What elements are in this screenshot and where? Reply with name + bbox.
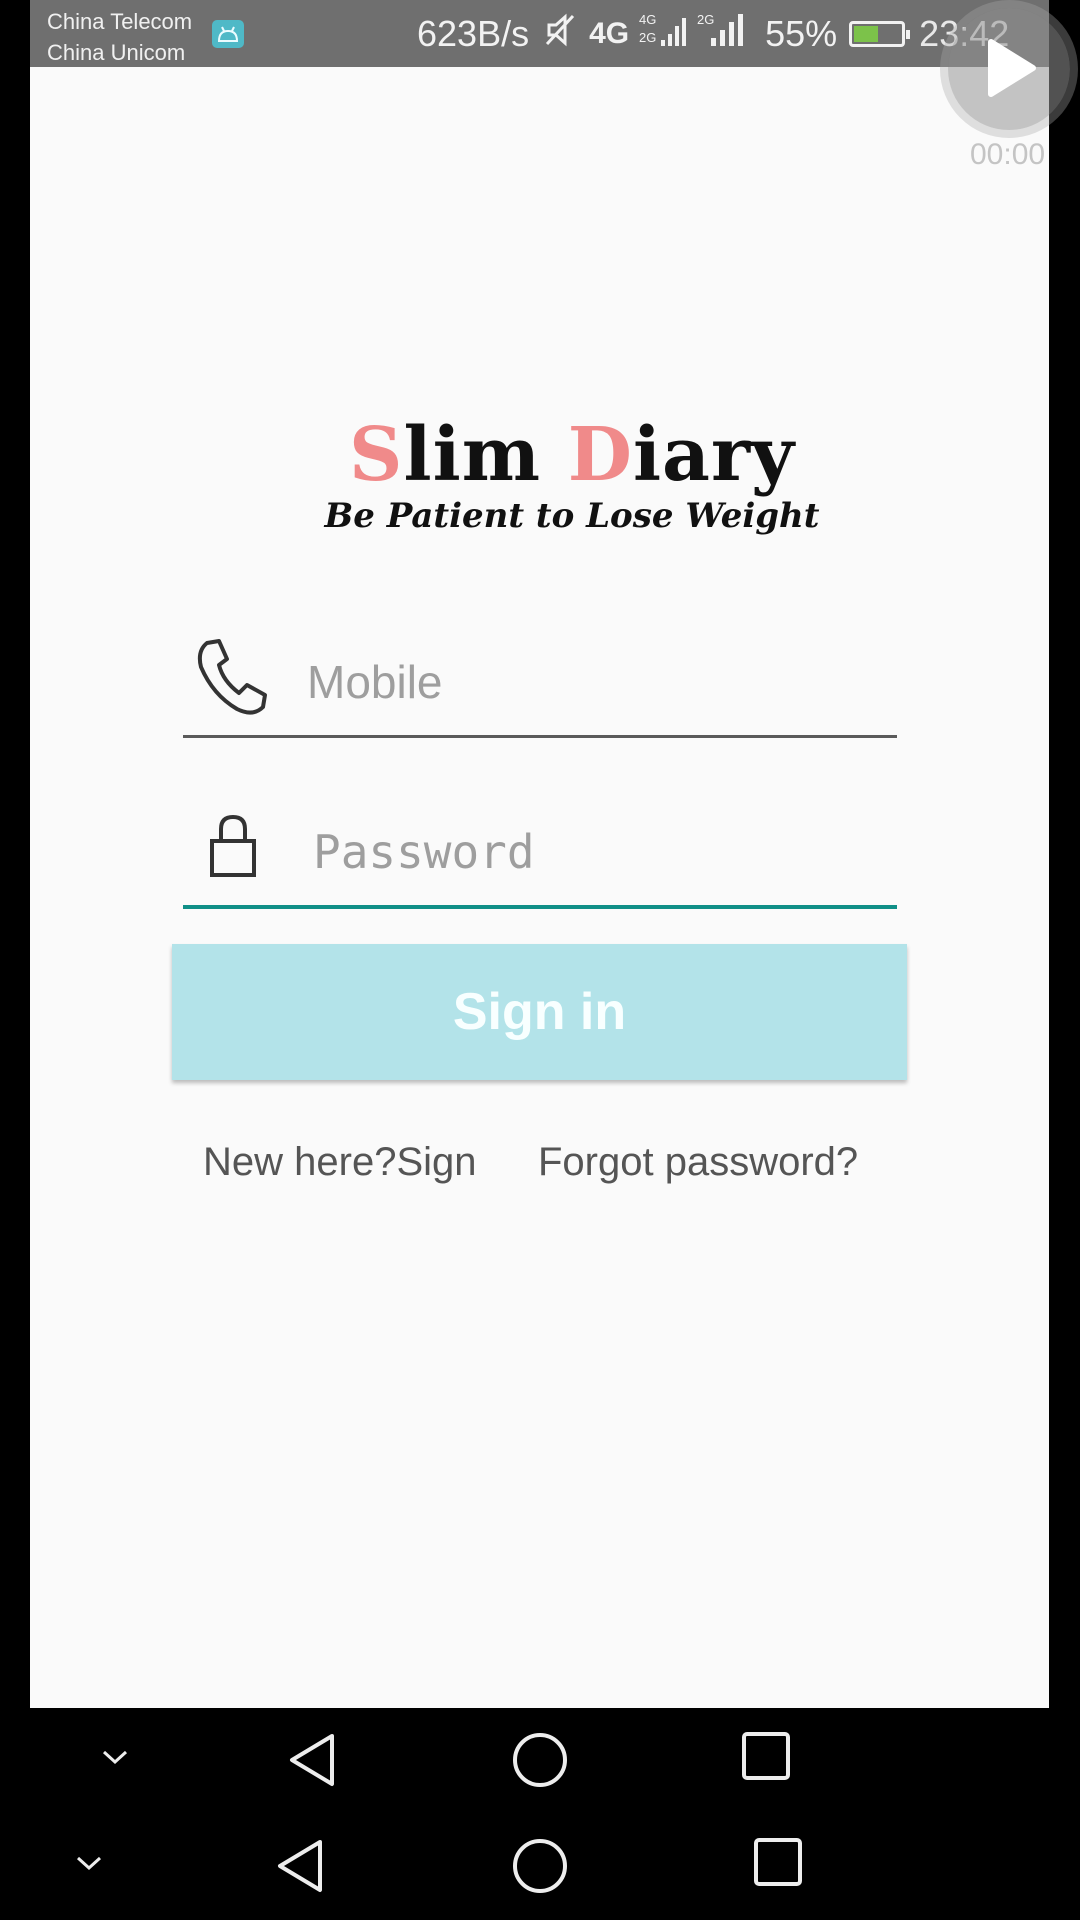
recents-icon[interactable]: [752, 1836, 806, 1890]
logo-title: Slim Diary: [322, 412, 822, 498]
screen-recorder-button[interactable]: [948, 8, 1070, 130]
mobile-input[interactable]: [305, 649, 869, 715]
home-icon[interactable]: [510, 1836, 570, 1896]
recents-icon[interactable]: [740, 1730, 794, 1784]
chevron-down-icon[interactable]: [72, 1852, 106, 1876]
battery-percent: 55%: [765, 13, 838, 54]
net-speed: 623B/s: [417, 13, 530, 54]
battery-icon: [849, 21, 911, 47]
phone-icon: [193, 635, 273, 724]
password-input[interactable]: [311, 819, 875, 885]
status-bar: China Telecom China Unicom 623B/s 4G 4G: [30, 0, 1049, 67]
svg-text:2G: 2G: [639, 30, 656, 45]
app-logo: Slim Diary Be Patient to Lose Weight: [322, 412, 822, 542]
status-icons: 623B/s 4G 4G 2G 2G 55%: [417, 8, 1009, 60]
back-icon[interactable]: [272, 1836, 328, 1896]
logo-accent-d: D: [567, 412, 633, 498]
battery-fill: [854, 26, 878, 42]
chevron-down-icon[interactable]: [98, 1746, 132, 1770]
logo-accent-s: S: [349, 412, 404, 498]
home-icon[interactable]: [510, 1730, 570, 1790]
logo-text-lim: lim: [403, 412, 568, 498]
sign-in-button[interactable]: Sign in: [172, 944, 907, 1080]
password-field: [183, 805, 897, 909]
app-screen: China Telecom China Unicom 623B/s 4G 4G: [30, 0, 1049, 1708]
sign-up-link[interactable]: New here?Sign: [203, 1140, 477, 1185]
carrier-1: China Telecom: [47, 9, 193, 34]
navigation-bar-2: [0, 1814, 1080, 1920]
mobile-field: [183, 635, 897, 738]
android-debug-icon: [212, 20, 244, 48]
svg-text:2G: 2G: [697, 12, 714, 27]
lock-icon: [207, 813, 259, 884]
logo-text-iary: iary: [632, 412, 795, 498]
recorder-time: 00:00: [970, 138, 1046, 171]
logo-tagline: Be Patient to Lose Weight: [324, 496, 820, 536]
mute-icon: [543, 12, 577, 57]
carrier-2: China Unicom: [47, 40, 186, 65]
navigation-bar-1: [0, 1708, 1080, 1814]
network-4g-icon: 4G: [589, 17, 630, 50]
signal-icon-2: 2G: [697, 10, 751, 59]
play-icon: [988, 39, 1036, 97]
signal-icon-1: 4G 2G: [637, 10, 689, 59]
svg-text:4G: 4G: [639, 12, 656, 27]
back-icon[interactable]: [284, 1730, 340, 1790]
forgot-password-link[interactable]: Forgot password?: [538, 1140, 858, 1185]
carrier-info: China Telecom China Unicom: [47, 6, 192, 68]
